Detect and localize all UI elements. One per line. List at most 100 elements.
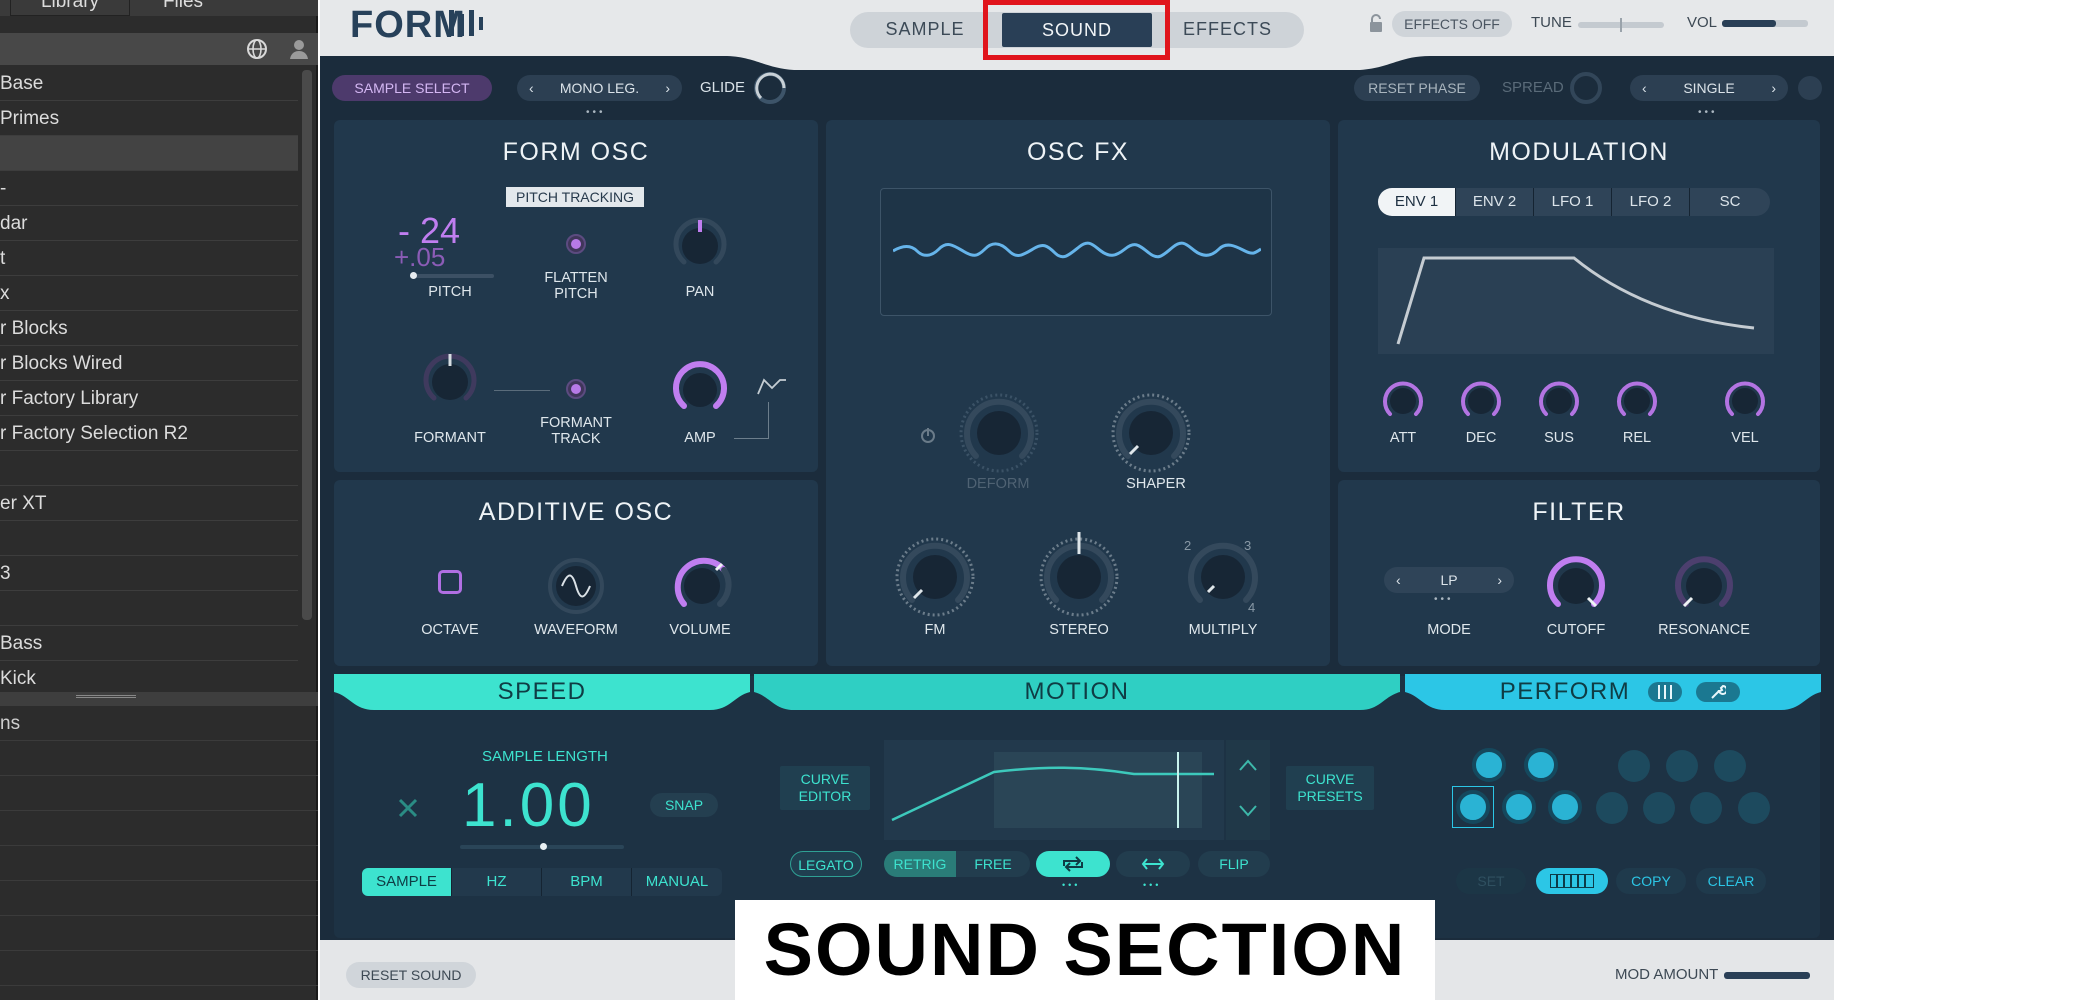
chevron-left-icon[interactable]: ‹ xyxy=(1642,75,1647,101)
pan-knob[interactable] xyxy=(670,216,730,276)
free-button[interactable]: FREE xyxy=(956,851,1030,877)
release-knob[interactable] xyxy=(1614,378,1660,424)
user-icon[interactable] xyxy=(288,38,310,60)
tab-files[interactable]: Files xyxy=(130,0,236,16)
perform-pad[interactable] xyxy=(1738,792,1770,824)
loop-mode-button[interactable] xyxy=(1036,851,1110,877)
pitch-slider[interactable] xyxy=(410,272,494,279)
tab-sc[interactable]: SC xyxy=(1690,188,1770,216)
perform-pad[interactable] xyxy=(1690,792,1722,824)
set-button[interactable]: SET xyxy=(1456,868,1526,894)
splitter-handle[interactable] xyxy=(0,692,318,706)
formant-knob[interactable] xyxy=(420,352,480,412)
motion-curve[interactable] xyxy=(884,740,1224,840)
voice-mode-selector[interactable]: ‹ MONO LEG. › xyxy=(517,75,682,101)
tab-lfo2[interactable]: LFO 2 xyxy=(1612,188,1690,216)
perform-pad[interactable] xyxy=(1524,748,1558,782)
tab-env2[interactable]: ENV 2 xyxy=(1456,188,1534,216)
snap-button[interactable]: SNAP xyxy=(650,793,718,817)
speed-mode-sample[interactable]: SAMPLE xyxy=(362,868,452,896)
sustain-knob[interactable] xyxy=(1536,378,1582,424)
spread-knob[interactable] xyxy=(1568,70,1604,106)
tab-sample[interactable]: SAMPLE xyxy=(860,12,990,46)
list-item[interactable] xyxy=(0,776,318,811)
sample-length-slider[interactable] xyxy=(460,843,624,850)
pingpong-mode-button[interactable] xyxy=(1116,851,1190,877)
stereo-knob[interactable] xyxy=(1036,528,1122,620)
chevron-right-icon[interactable]: › xyxy=(1771,75,1776,101)
legato-button[interactable]: LEGATO xyxy=(790,851,862,877)
list-item[interactable]: Primes xyxy=(0,101,298,136)
curve-presets-button[interactable]: CURVE PRESETS xyxy=(1286,766,1374,810)
list-item[interactable]: Base xyxy=(0,66,298,101)
speed-mode-bpm[interactable]: BPM xyxy=(542,868,632,896)
chevron-left-icon[interactable]: ‹ xyxy=(529,75,534,101)
octave-toggle[interactable] xyxy=(438,570,462,594)
tab-sound[interactable]: SOUND xyxy=(1002,13,1152,47)
list-item[interactable]: x xyxy=(0,276,298,311)
retrig-button[interactable]: RETRIG xyxy=(884,851,956,877)
resonance-knob[interactable] xyxy=(1672,554,1736,618)
flatten-pitch-toggle[interactable] xyxy=(566,234,586,254)
volume-knob[interactable] xyxy=(670,554,734,618)
tab-lfo1[interactable]: LFO 1 xyxy=(1534,188,1612,216)
envelope-curve[interactable] xyxy=(1378,248,1774,354)
perform-pad[interactable] xyxy=(1643,792,1675,824)
decay-knob[interactable] xyxy=(1458,378,1504,424)
perform-pad[interactable] xyxy=(1666,750,1698,782)
lock-icon[interactable] xyxy=(1368,13,1384,33)
pitch-fine-value[interactable]: +.05 xyxy=(394,244,445,270)
velocity-knob[interactable] xyxy=(1722,378,1768,424)
formant-track-toggle[interactable] xyxy=(566,379,586,399)
tab-env1[interactable]: ENV 1 xyxy=(1378,188,1456,216)
attack-knob[interactable] xyxy=(1380,378,1426,424)
power-icon[interactable] xyxy=(918,426,938,446)
list-item[interactable]: - xyxy=(0,171,298,206)
sample-length-value[interactable]: 1.00 xyxy=(462,772,595,840)
perform-pad[interactable] xyxy=(1618,750,1650,782)
perform-pad[interactable] xyxy=(1714,750,1746,782)
glide-knob[interactable] xyxy=(752,70,788,106)
reset-sound-button[interactable]: RESET SOUND xyxy=(346,962,476,988)
list-item[interactable]: Kick xyxy=(0,661,298,696)
list-item[interactable]: r Factory Selection R2 xyxy=(0,416,298,451)
list-item[interactable]: r Blocks Wired xyxy=(0,346,298,381)
perform-pad[interactable] xyxy=(1472,748,1506,782)
chevron-right-icon[interactable]: › xyxy=(1497,567,1502,593)
waveform-knob[interactable] xyxy=(546,556,606,616)
list-item[interactable] xyxy=(0,881,318,916)
perform-pad[interactable] xyxy=(1548,790,1582,824)
speed-mode-hz[interactable]: HZ xyxy=(452,868,542,896)
perform-sliders-button[interactable] xyxy=(1648,682,1682,702)
list-item[interactable] xyxy=(0,451,298,486)
list-item[interactable] xyxy=(0,136,298,171)
effects-off-toggle[interactable]: EFFECTS OFF xyxy=(1392,11,1512,37)
perform-pad[interactable] xyxy=(1456,790,1490,824)
copy-button[interactable]: COPY xyxy=(1616,868,1686,894)
chevron-right-icon[interactable]: › xyxy=(665,75,670,101)
list-item[interactable] xyxy=(0,591,298,626)
list-item[interactable]: dar xyxy=(0,206,298,241)
perform-settings-button[interactable] xyxy=(1696,682,1740,702)
list-item[interactable]: er XT xyxy=(0,486,298,521)
list-item[interactable] xyxy=(0,741,318,776)
filter-mode-selector[interactable]: ‹ LP › xyxy=(1384,567,1514,593)
perform-pad[interactable] xyxy=(1596,792,1628,824)
options-button[interactable] xyxy=(1798,76,1822,100)
chevron-up-icon[interactable] xyxy=(1238,758,1258,772)
sample-select-button[interactable]: SAMPLE SELECT xyxy=(332,75,492,101)
motion-curve-display[interactable] xyxy=(884,740,1224,840)
list-item[interactable] xyxy=(0,916,318,951)
list-item[interactable] xyxy=(0,811,318,846)
list-item[interactable] xyxy=(0,951,318,986)
list-item[interactable]: 3 xyxy=(0,556,298,591)
deform-knob[interactable] xyxy=(956,390,1042,476)
browser-scrollbar[interactable] xyxy=(302,70,312,620)
list-item[interactable]: r Factory Library xyxy=(0,381,298,416)
envelope-icon[interactable] xyxy=(756,376,788,396)
globe-icon[interactable] xyxy=(246,38,268,60)
envelope-display[interactable] xyxy=(1378,248,1774,354)
list-item[interactable]: r Blocks xyxy=(0,311,298,346)
reset-phase-button[interactable]: RESET PHASE xyxy=(1354,75,1480,101)
amp-knob[interactable] xyxy=(670,360,730,420)
